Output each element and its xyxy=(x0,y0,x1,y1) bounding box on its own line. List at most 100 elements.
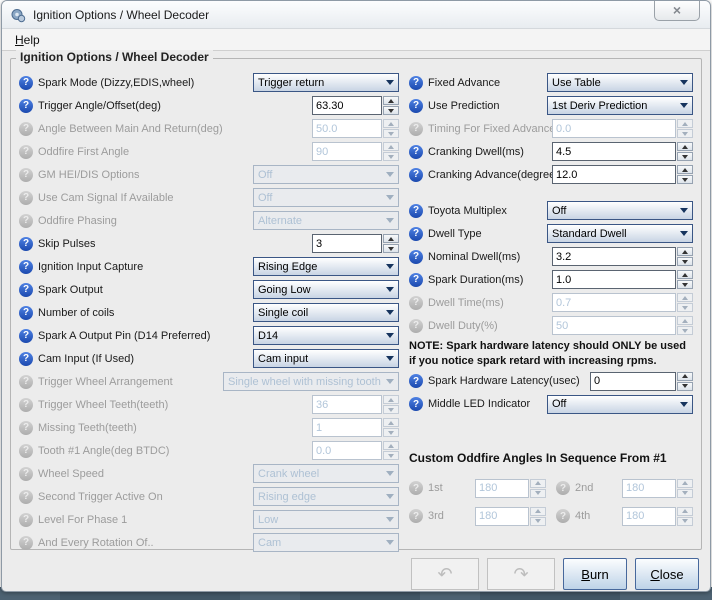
spinner-up-button[interactable] xyxy=(677,247,693,256)
spinner-down-button[interactable] xyxy=(677,382,693,391)
spinner-down-button[interactable] xyxy=(677,152,693,161)
setting-row: ?2nd180 xyxy=(556,478,693,499)
spinner-up-button[interactable] xyxy=(677,165,693,174)
oddfire-first-angle-spinner: 90 xyxy=(312,142,399,161)
spark-duration-ms-spinner[interactable]: 1.0 xyxy=(552,270,693,289)
cranking-advance-degrees-spinner[interactable]: 12.0 xyxy=(552,165,693,184)
spinner-up-button[interactable] xyxy=(383,234,399,243)
setting-row: ?Trigger Wheel ArrangementSingle wheel w… xyxy=(19,371,399,392)
spinner-down-button[interactable] xyxy=(383,244,399,253)
spinner-up-button[interactable] xyxy=(677,142,693,151)
help-icon[interactable]: ? xyxy=(409,273,423,287)
help-icon[interactable]: ? xyxy=(409,509,423,523)
spinner-up-button xyxy=(677,316,693,325)
triangle-up-icon xyxy=(388,421,394,425)
help-icon[interactable]: ? xyxy=(409,204,423,218)
setting-row: ?Cranking Advance(degrees)12.0 xyxy=(409,164,693,185)
help-icon[interactable]: ? xyxy=(409,168,423,182)
triangle-down-icon xyxy=(388,431,394,435)
ignition-input-capture-dropdown[interactable]: Rising Edge xyxy=(253,257,399,276)
setting-label: 4th xyxy=(575,510,590,522)
close-window-button[interactable]: × xyxy=(654,0,700,21)
help-icon[interactable]: ? xyxy=(19,352,33,366)
help-icon[interactable]: ? xyxy=(409,296,423,310)
help-icon[interactable]: ? xyxy=(409,145,423,159)
help-icon[interactable]: ? xyxy=(409,250,423,264)
cranking-dwell-ms-spinner[interactable]: 4.5 xyxy=(552,142,693,161)
spark-mode-dizzy-edis-wheel-dropdown[interactable]: Trigger return xyxy=(253,73,399,92)
help-icon[interactable]: ? xyxy=(409,76,423,90)
help-icon[interactable]: ? xyxy=(19,214,33,228)
help-icon[interactable]: ? xyxy=(19,490,33,504)
spinner-down-button[interactable] xyxy=(677,257,693,266)
spark-a-output-pin-d14-preferred-dropdown[interactable]: D14 xyxy=(253,326,399,345)
help-icon[interactable]: ? xyxy=(19,375,33,389)
help-icon[interactable]: ? xyxy=(409,374,423,388)
spinner-down-button xyxy=(383,152,399,161)
undo-button[interactable]: ↶ xyxy=(411,558,479,590)
setting-label: Fixed Advance xyxy=(428,77,500,89)
spark-hardware-latency-usec-spinner[interactable]: 0 xyxy=(590,372,693,391)
tooth-1-angle-deg-btdc-spinner: 0.0 xyxy=(312,441,399,460)
help-icon[interactable]: ? xyxy=(19,421,33,435)
spinner-up-button xyxy=(383,441,399,450)
help-icon[interactable]: ? xyxy=(19,260,33,274)
setting-label: Spark Output xyxy=(38,284,103,296)
menu-item-help[interactable]: Help xyxy=(8,32,47,48)
chevron-down-icon xyxy=(382,471,398,476)
help-icon[interactable]: ? xyxy=(19,467,33,481)
help-icon[interactable]: ? xyxy=(19,237,33,251)
spinner-up-button[interactable] xyxy=(383,96,399,105)
triangle-down-icon xyxy=(682,260,688,264)
help-icon[interactable]: ? xyxy=(19,398,33,412)
dropdown-value: Off xyxy=(548,398,676,410)
dropdown-value: Off xyxy=(548,205,676,217)
help-icon[interactable]: ? xyxy=(409,122,423,136)
chevron-down-icon xyxy=(382,195,398,200)
use-prediction-dropdown[interactable]: 1st Deriv Prediction xyxy=(547,96,693,115)
help-icon[interactable]: ? xyxy=(19,76,33,90)
spinner-down-button[interactable] xyxy=(383,106,399,115)
help-icon[interactable]: ? xyxy=(19,306,33,320)
spark-output-dropdown[interactable]: Going Low xyxy=(253,280,399,299)
fixed-advance-dropdown[interactable]: Use Table xyxy=(547,73,693,92)
help-icon[interactable]: ? xyxy=(19,444,33,458)
setting-label: Spark Hardware Latency(usec) xyxy=(428,375,580,387)
nominal-dwell-ms-spinner[interactable]: 3.2 xyxy=(552,247,693,266)
help-icon[interactable]: ? xyxy=(19,283,33,297)
trigger-angle-offset-deg-spinner[interactable]: 63.30 xyxy=(312,96,399,115)
toyota-multiplex-dropdown[interactable]: Off xyxy=(547,201,693,220)
help-icon[interactable]: ? xyxy=(409,397,423,411)
close-button[interactable]: Close xyxy=(635,558,699,590)
spinner-down-button[interactable] xyxy=(677,280,693,289)
help-icon[interactable]: ? xyxy=(19,329,33,343)
setting-row: ?Use Cam Signal If AvailableOff xyxy=(19,187,399,208)
help-icon[interactable]: ? xyxy=(409,319,423,333)
help-icon[interactable]: ? xyxy=(409,227,423,241)
title-bar[interactable]: Ignition Options / Wheel Decoder × xyxy=(2,1,710,29)
number-of-coils-dropdown[interactable]: Single coil xyxy=(253,303,399,322)
help-icon[interactable]: ? xyxy=(556,509,570,523)
help-icon[interactable]: ? xyxy=(409,481,423,495)
help-icon[interactable]: ? xyxy=(556,481,570,495)
chevron-down-icon xyxy=(382,218,398,223)
skip-pulses-spinner[interactable]: 3 xyxy=(312,234,399,253)
spinner-up-button[interactable] xyxy=(677,270,693,279)
help-icon[interactable]: ? xyxy=(19,168,33,182)
help-icon[interactable]: ? xyxy=(19,145,33,159)
dwell-type-dropdown[interactable]: Standard Dwell xyxy=(547,224,693,243)
help-icon[interactable]: ? xyxy=(19,99,33,113)
help-icon[interactable]: ? xyxy=(19,513,33,527)
burn-button[interactable]: Burn xyxy=(563,558,627,590)
redo-button[interactable]: ↷ xyxy=(487,558,555,590)
spinner-down-button[interactable] xyxy=(677,175,693,184)
cam-input-if-used-dropdown[interactable]: Cam input xyxy=(253,349,399,368)
help-icon[interactable]: ? xyxy=(19,122,33,136)
help-icon[interactable]: ? xyxy=(19,536,33,550)
help-icon[interactable]: ? xyxy=(409,99,423,113)
spinner-up-button[interactable] xyxy=(677,372,693,381)
2nd-spinner: 180 xyxy=(622,479,693,498)
help-icon[interactable]: ? xyxy=(19,191,33,205)
middle-led-indicator-dropdown[interactable]: Off xyxy=(547,395,693,414)
setting-row: ?Use Prediction1st Deriv Prediction xyxy=(409,95,693,116)
